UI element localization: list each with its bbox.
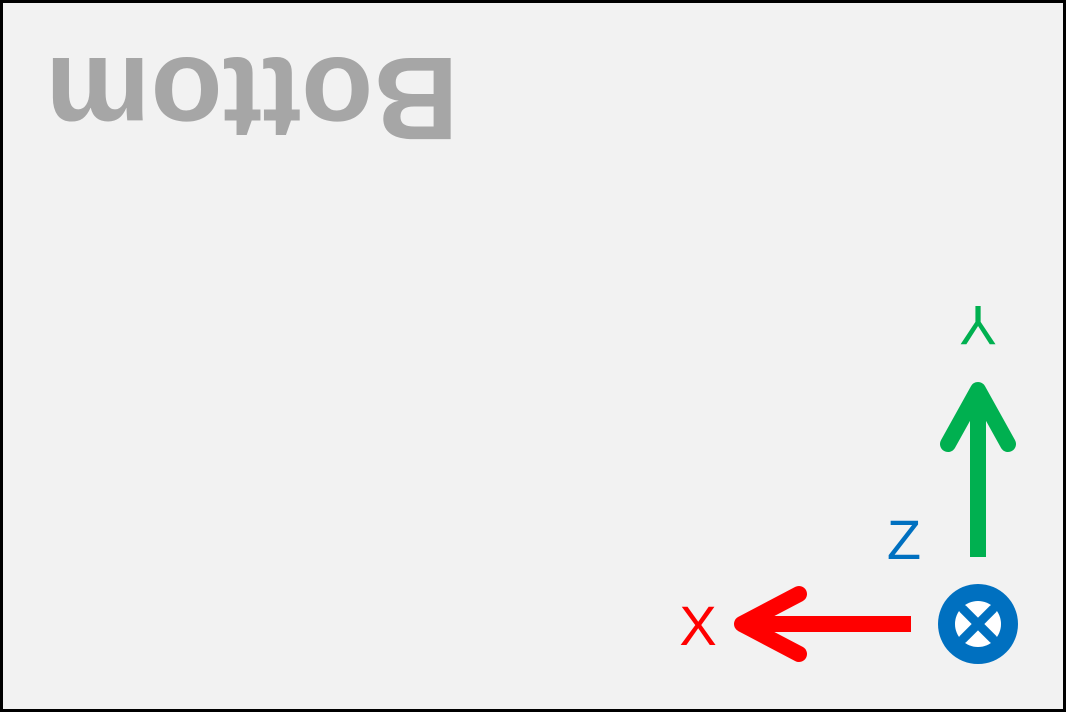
x-axis-label: X: [679, 594, 716, 657]
z-axis-label: Z: [887, 508, 921, 571]
y-axis-label: Y: [959, 294, 996, 357]
axis-triad: X Y Z: [679, 294, 1018, 664]
circle-cross-icon: [938, 584, 1018, 664]
y-axis: Y: [940, 294, 1016, 557]
z-axis: Z: [887, 508, 1018, 664]
view-panel: Bottom X Y Z: [0, 0, 1066, 712]
x-axis: X: [679, 586, 911, 662]
